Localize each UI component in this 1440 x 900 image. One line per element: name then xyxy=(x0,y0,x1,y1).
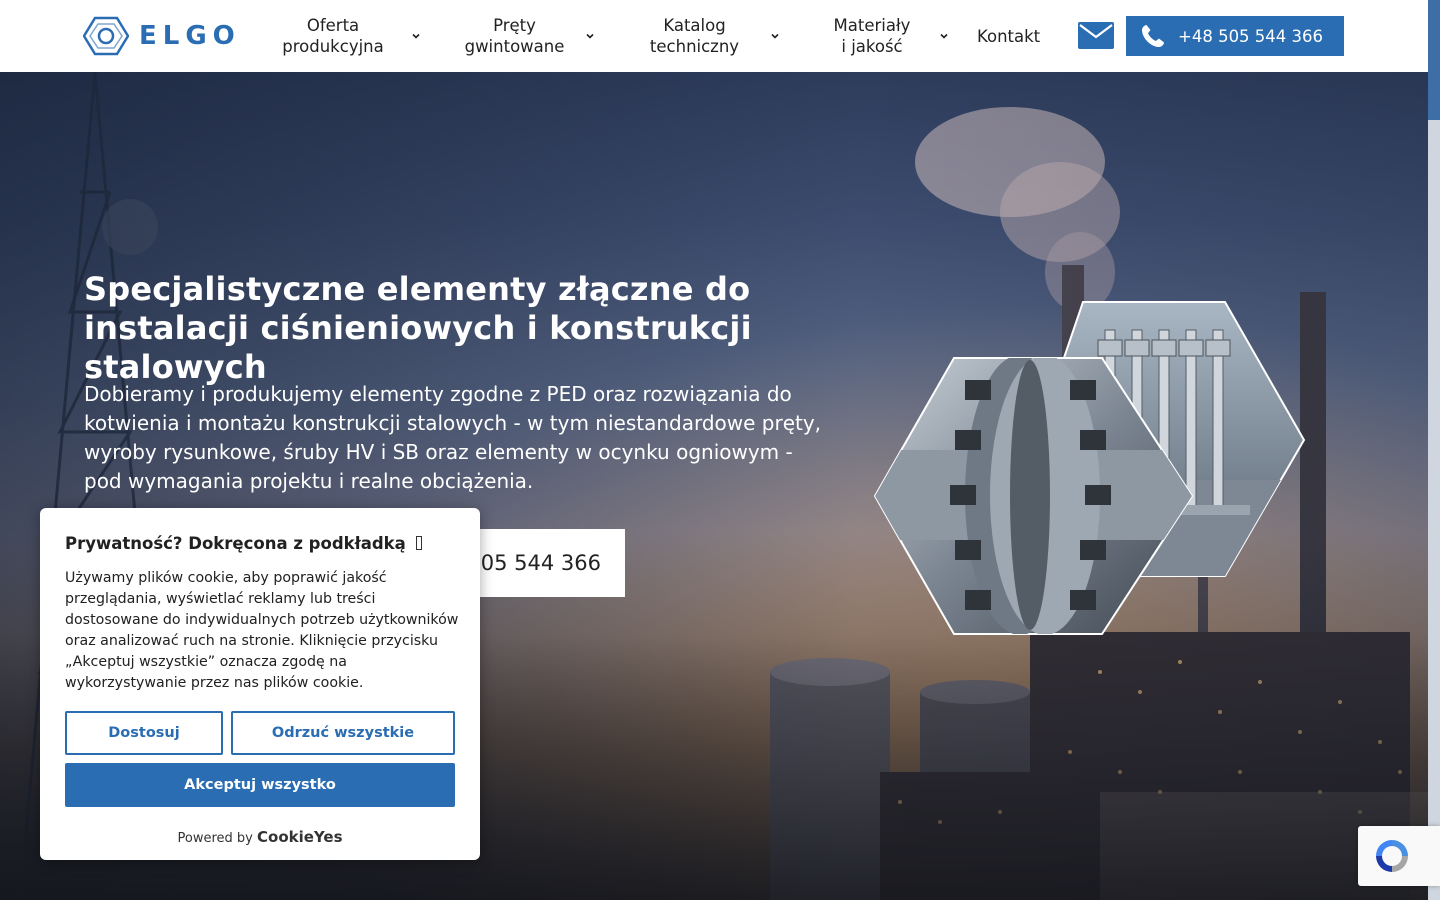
scrollbar-thumb[interactable] xyxy=(1428,0,1440,120)
cookie-reject-button[interactable]: Odrzuć wszystkie xyxy=(231,711,455,755)
hex-nut-logo-icon xyxy=(83,16,129,56)
cookie-powered-by: Powered by CookieYes xyxy=(40,828,480,846)
cookie-reject-label: Odrzuć wszystkie xyxy=(271,725,415,741)
logo[interactable]: ELGO xyxy=(83,16,241,56)
product-hexagon-images xyxy=(873,301,1306,635)
hero-description: Dobieramy i produkujemy elementy zgodne … xyxy=(84,382,822,493)
nav-label-line1: Katalog xyxy=(663,16,726,35)
nav-label-line2: techniczny xyxy=(649,37,740,56)
hero-title: Specjalistyczne elementy złączne do inst… xyxy=(84,270,752,386)
chevron-down-icon xyxy=(412,33,420,39)
cookie-title-text: Prywatność? Dokręcona z podkładką xyxy=(65,534,406,553)
cookie-customize-button[interactable]: Dostosuj xyxy=(65,711,223,755)
nav-item-kontakt[interactable]: Kontakt xyxy=(977,14,1052,58)
cookie-description: Używamy plików cookie, aby poprawić jako… xyxy=(65,570,459,691)
logo-text: ELGO xyxy=(139,21,241,51)
cookie-title: Prywatność? Dokręcona z podkładką xyxy=(65,534,422,553)
nav-label-line2: produkcyjna xyxy=(282,37,384,56)
site-header: ELGO Oferta produkcyjna Pręty gwintowane… xyxy=(0,0,1428,72)
nut-icon xyxy=(415,536,422,550)
recaptcha-icon xyxy=(1376,840,1408,872)
nav-label-line2: gwintowane xyxy=(464,37,565,56)
email-button[interactable] xyxy=(1078,22,1114,49)
powered-by-label: Powered by xyxy=(177,831,253,846)
nav-label-line1: Materiały xyxy=(833,16,911,35)
cookieyes-logo[interactable]: CookieYes xyxy=(257,828,343,846)
nav-label-line1: Oferta xyxy=(306,16,360,35)
phone-button[interactable]: +48 505 544 366 xyxy=(1126,16,1344,56)
cookie-customize-label: Dostosuj xyxy=(108,725,180,741)
scrollbar-track[interactable] xyxy=(1428,0,1440,900)
hero-cta-label: 05 544 366 xyxy=(480,551,601,575)
nav-item-katalog[interactable]: Katalog techniczny xyxy=(647,14,787,58)
envelope-icon xyxy=(1078,22,1114,49)
chevron-down-icon xyxy=(771,33,779,39)
recaptcha-badge[interactable] xyxy=(1358,826,1440,886)
chevron-down-icon xyxy=(586,33,594,39)
chevron-down-icon xyxy=(940,33,948,39)
cookie-accept-button[interactable]: Akceptuj wszystko xyxy=(65,763,455,807)
phone-icon xyxy=(1142,25,1164,47)
nav-item-materialy[interactable]: Materiały i jakość xyxy=(830,14,955,58)
cookie-consent-banner: Prywatność? Dokręcona z podkładką Używam… xyxy=(40,508,480,860)
nav-label-line2: i jakość xyxy=(841,37,903,56)
nav-label: Kontakt xyxy=(977,26,1041,46)
nav-item-prety[interactable]: Pręty gwintowane xyxy=(462,14,602,58)
nav-item-oferta[interactable]: Oferta produkcyjna xyxy=(280,14,430,58)
phone-number: +48 505 544 366 xyxy=(1178,26,1324,46)
cookie-accept-label: Akceptuj wszystko xyxy=(184,777,336,793)
nav-label-line1: Pręty xyxy=(493,16,536,35)
